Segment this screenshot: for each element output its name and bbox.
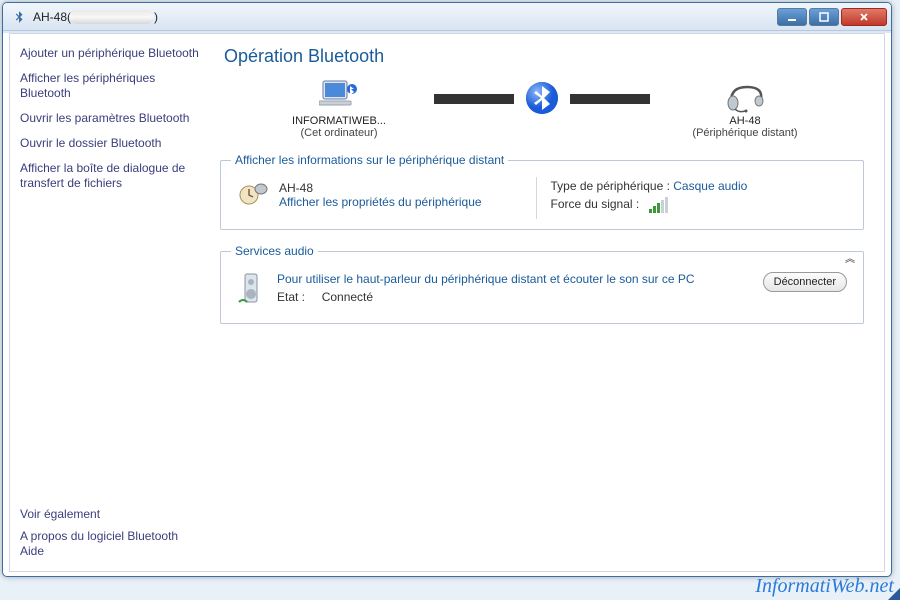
status-label: Etat :	[277, 290, 305, 304]
use-speaker-link[interactable]: Pour utiliser le haut-parleur du périphé…	[277, 272, 751, 286]
window-title-suffix: )	[154, 10, 158, 24]
computer-icon	[254, 77, 424, 113]
bluetooth-badge-icon	[524, 80, 560, 119]
disconnect-button[interactable]: Déconnecter	[763, 272, 847, 292]
device-info-legend: Afficher les informations sur le périphé…	[231, 153, 508, 167]
bluetooth-icon	[11, 9, 27, 25]
device-type-value[interactable]: Casque audio	[673, 179, 747, 193]
connection-diagram: INFORMATIWEB... (Cet ordinateur)	[220, 77, 864, 139]
minimize-button[interactable]	[777, 8, 807, 26]
audio-services-legend: Services audio	[231, 244, 318, 258]
sidebar-see-also: Voir également	[20, 507, 200, 521]
sidebar: Ajouter un périphérique Bluetooth Affich…	[10, 34, 210, 571]
remote-device: AH-48 (Périphérique distant)	[660, 77, 830, 139]
watermark: InformatiWeb.net	[755, 575, 894, 598]
sidebar-link-transfer-dialog[interactable]: Afficher la boîte de dialogue de transfe…	[20, 161, 200, 191]
remote-device-name: AH-48	[660, 115, 830, 127]
info-device-name: AH-48	[279, 181, 482, 195]
sidebar-link-open-settings[interactable]: Ouvrir les paramètres Bluetooth	[20, 111, 200, 126]
close-button[interactable]	[841, 8, 887, 26]
titlebar[interactable]: AH-48( )	[3, 3, 891, 31]
sidebar-link-help[interactable]: Aide	[20, 544, 44, 558]
connection-line-left	[434, 97, 514, 101]
signal-strength-label: Force du signal :	[551, 197, 640, 211]
audio-services-group: Services audio ︽ Pour utiliser le haut-p…	[220, 244, 864, 324]
window-title-redacted	[69, 10, 154, 24]
device-type-label: Type de périphérique :	[551, 179, 670, 193]
this-computer: INFORMATIWEB... (Cet ordinateur)	[254, 77, 424, 139]
sidebar-link-show-devices[interactable]: Afficher les périphériques Bluetooth	[20, 71, 200, 101]
remote-device-sub: (Périphérique distant)	[660, 127, 830, 139]
signal-strength-icon	[649, 197, 668, 213]
connection-line-right	[570, 97, 650, 101]
sidebar-link-add-device[interactable]: Ajouter un périphérique Bluetooth	[20, 46, 200, 61]
system-tray-arrow-icon	[888, 588, 900, 600]
device-info-group: Afficher les informations sur le périphé…	[220, 153, 864, 230]
page-title: Opération Bluetooth	[224, 46, 864, 67]
window-title-prefix: AH-48(	[33, 10, 71, 24]
speaker-icon	[237, 272, 265, 309]
headset-icon	[660, 77, 830, 113]
status-value: Connecté	[322, 290, 373, 304]
maximize-button[interactable]	[809, 8, 839, 26]
window-controls	[775, 8, 887, 26]
this-computer-sub: (Cet ordinateur)	[254, 127, 424, 139]
device-properties-link[interactable]: Afficher les propriétés du périphérique	[279, 195, 482, 209]
main-panel: Opération Bluetooth INFORMATIWEB... (Cet	[210, 34, 884, 571]
headset-clock-icon	[237, 179, 269, 217]
client-area: Ajouter un périphérique Bluetooth Affich…	[9, 33, 885, 572]
this-computer-name: INFORMATIWEB...	[254, 115, 424, 127]
window: AH-48( ) Ajouter un périphérique Bluetoo…	[2, 2, 892, 577]
collapse-icon[interactable]: ︽	[843, 248, 857, 267]
sidebar-link-about[interactable]: A propos du logiciel Bluetooth	[20, 529, 178, 543]
sidebar-link-open-folder[interactable]: Ouvrir le dossier Bluetooth	[20, 136, 200, 151]
